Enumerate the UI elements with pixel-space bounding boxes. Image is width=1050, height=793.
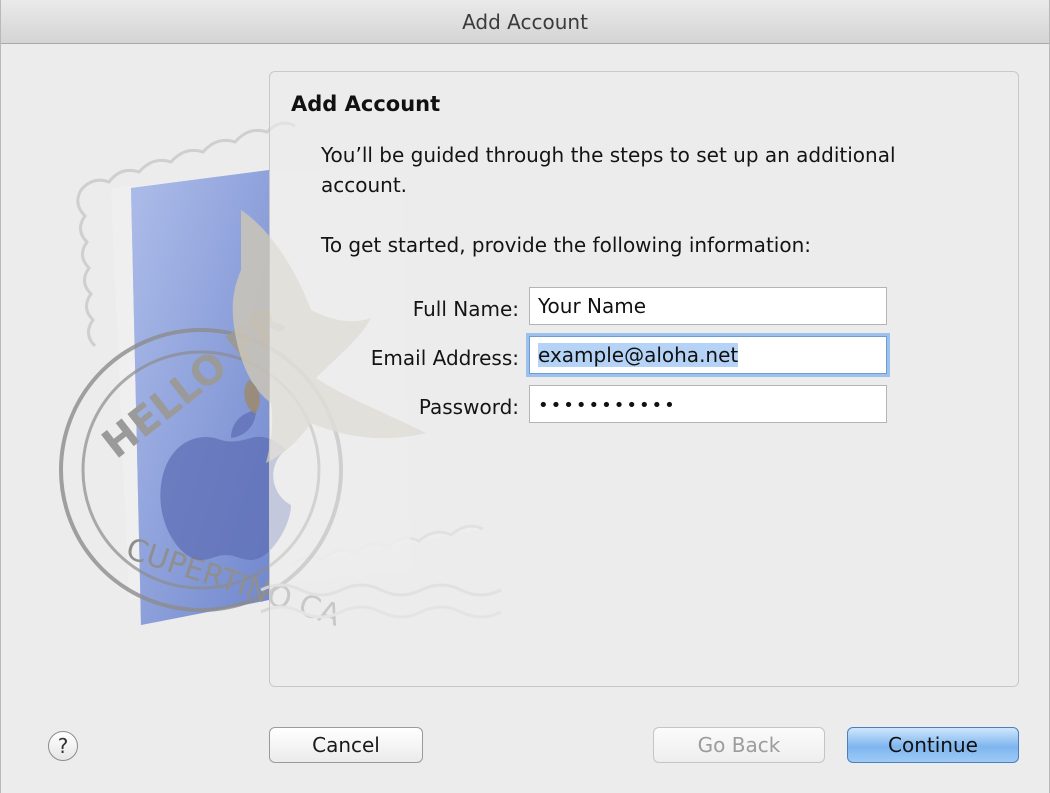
- full-name-value: Your Name: [538, 294, 647, 318]
- password-field[interactable]: •••••••••••: [529, 385, 887, 423]
- go-back-button[interactable]: Go Back: [653, 727, 825, 763]
- window-title: Add Account: [462, 10, 588, 34]
- full-name-field[interactable]: Your Name: [529, 287, 887, 325]
- email-label: Email Address:: [370, 346, 519, 370]
- add-account-window: Add Account HELLO FR CUPERTINO CA Add Ac…: [0, 0, 1050, 793]
- password-label: Password:: [418, 395, 519, 419]
- continue-button[interactable]: Continue: [847, 727, 1019, 763]
- title-bar[interactable]: Add Account: [1, 0, 1049, 44]
- email-value: example@aloha.net: [538, 343, 739, 367]
- intro-text: You’ll be guided through the steps to se…: [321, 143, 896, 197]
- full-name-label: Full Name:: [412, 297, 519, 321]
- cancel-button[interactable]: Cancel: [269, 727, 423, 763]
- panel-heading: Add Account: [291, 92, 441, 116]
- email-field[interactable]: example@aloha.net: [529, 336, 887, 374]
- help-button[interactable]: ?: [48, 731, 78, 761]
- prompt-text: To get started, provide the following in…: [321, 233, 811, 257]
- password-value: •••••••••••: [538, 395, 677, 416]
